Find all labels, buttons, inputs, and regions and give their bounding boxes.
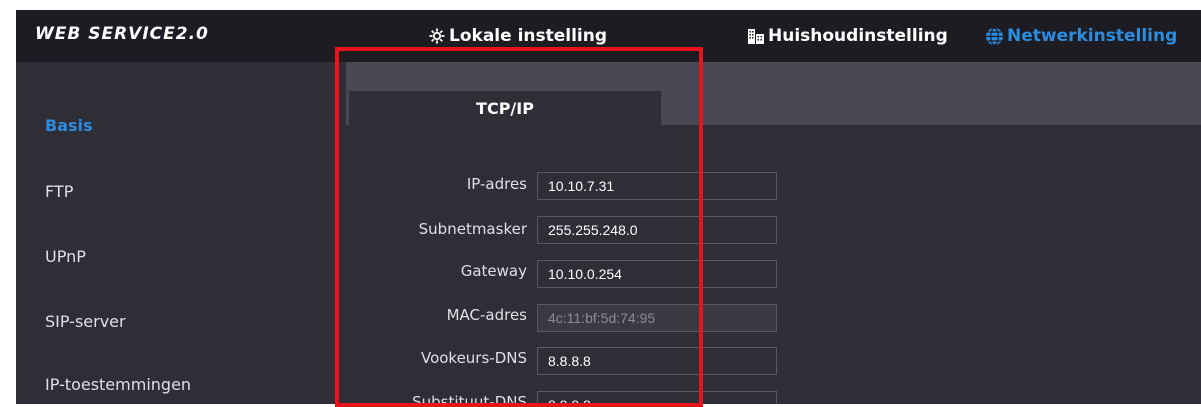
ip-address-label: IP-adres xyxy=(466,175,527,193)
app-logo: WEB SERVICE2.0 xyxy=(35,24,209,44)
nav-tab-label: Netwerkinstelling xyxy=(1007,26,1178,46)
ip-address-field[interactable] xyxy=(537,172,777,200)
sidebar-item-basis[interactable]: Basis xyxy=(45,116,93,135)
subnet-mask-label: Subnetmasker xyxy=(418,220,527,238)
nav-tab-household-settings[interactable]: Huishoudinstelling xyxy=(747,10,948,62)
alternate-dns-field[interactable] xyxy=(537,391,777,404)
mac-address-field xyxy=(537,304,777,332)
nav-tab-label: Lokale instelling xyxy=(449,26,608,46)
nav-tab-label: Huishoudinstelling xyxy=(768,26,948,46)
tab-tcp-ip[interactable]: TCP/IP xyxy=(349,91,661,125)
gear-icon xyxy=(428,27,446,45)
alternate-dns-label: Substituut-DNS xyxy=(412,393,527,404)
mac-address-label: MAC-adres xyxy=(446,306,527,324)
sidebar-item-sip-server[interactable]: SIP-server xyxy=(45,312,126,331)
sidebar-item-ftp[interactable]: FTP xyxy=(45,182,73,201)
nav-tab-network-settings[interactable]: Netwerkinstelling xyxy=(985,10,1177,62)
sidebar-item-ip-permissions[interactable]: IP-toestemmingen xyxy=(45,375,191,394)
top-nav-bar: WEB SERVICE2.0 Lokale instelling Huishou… xyxy=(16,10,1201,62)
gateway-label: Gateway xyxy=(460,262,527,280)
sidebar: Basis FTP UPnP SIP-server IP-toestemming… xyxy=(16,62,346,404)
web-service-window: WEB SERVICE2.0 Lokale instelling Huishou… xyxy=(16,10,1201,404)
preferred-dns-field[interactable] xyxy=(537,347,777,375)
nav-tab-local-settings[interactable]: Lokale instelling xyxy=(428,10,607,62)
building-icon xyxy=(747,27,765,45)
subnet-mask-field[interactable] xyxy=(537,216,777,244)
sidebar-item-upnp[interactable]: UPnP xyxy=(45,247,86,266)
gateway-field[interactable] xyxy=(537,260,777,288)
preferred-dns-label: Vookeurs-DNS xyxy=(420,349,527,367)
globe-icon xyxy=(985,26,1004,46)
